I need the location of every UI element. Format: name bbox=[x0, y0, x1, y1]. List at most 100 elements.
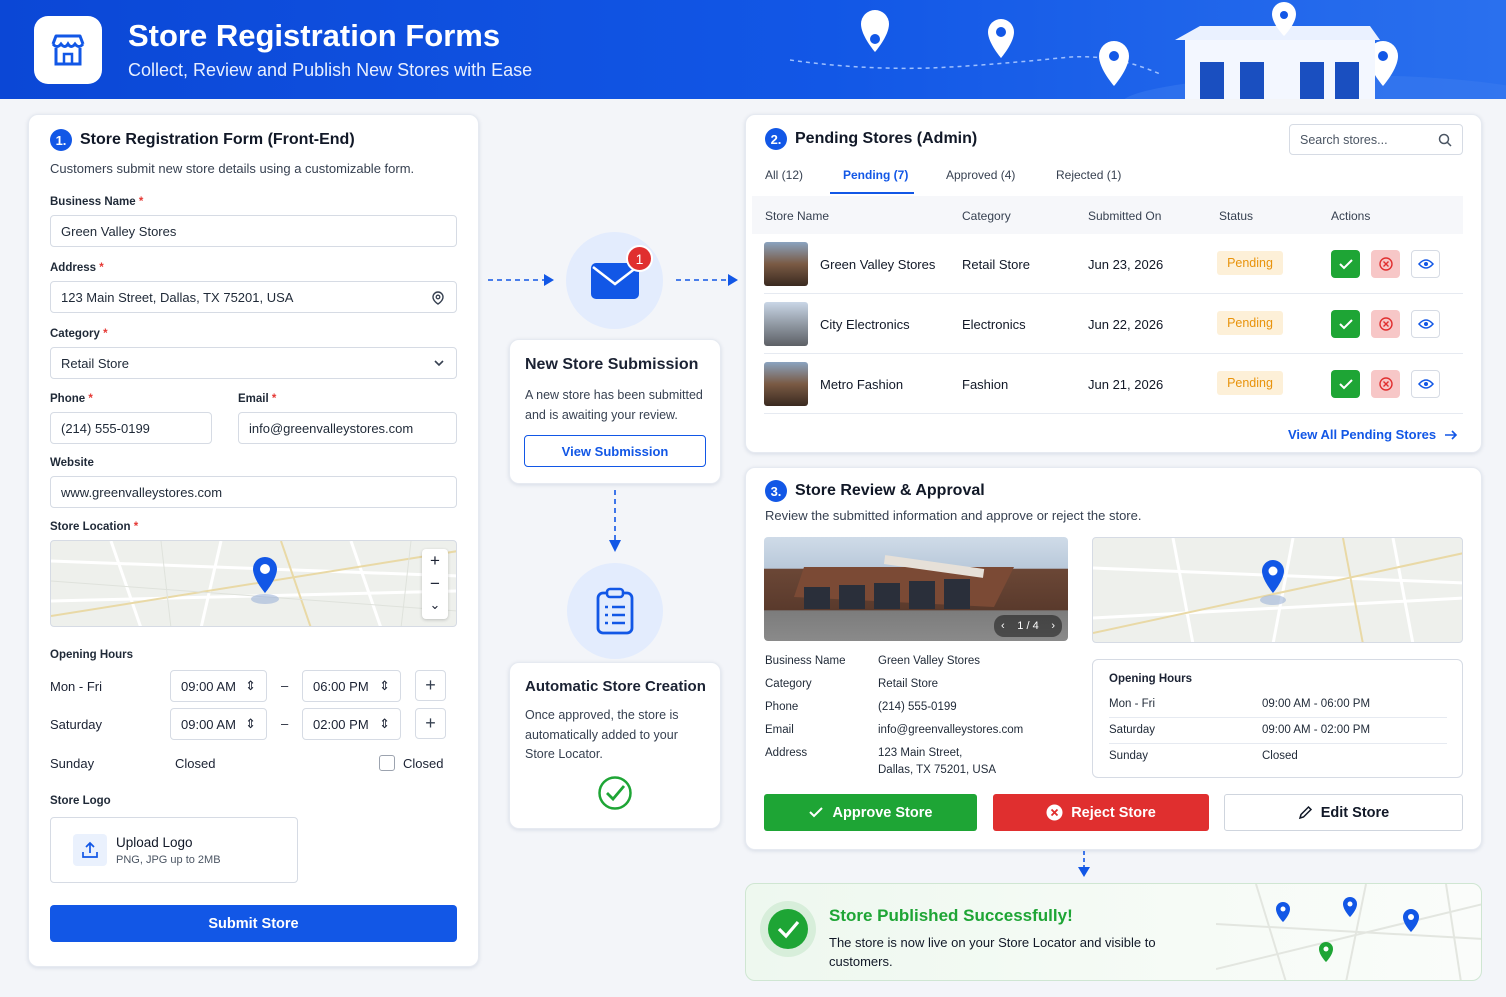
pending-stores-card bbox=[745, 114, 1482, 453]
approve-row-button[interactable] bbox=[1331, 370, 1360, 398]
view-row-button[interactable] bbox=[1411, 250, 1440, 278]
column-status: Status bbox=[1219, 209, 1254, 223]
reject-row-button[interactable] bbox=[1371, 250, 1400, 278]
locator-map-icon bbox=[1216, 884, 1481, 980]
close-circle-icon bbox=[1378, 317, 1393, 331]
zoom-in-button[interactable]: + bbox=[422, 549, 448, 572]
reject-row-button[interactable] bbox=[1371, 310, 1400, 338]
review-hours-time: 09:00 AM - 02:00 PM bbox=[1262, 724, 1371, 736]
view-all-pending-link[interactable]: View All Pending Stores bbox=[1288, 427, 1458, 442]
flow-arrow-icon bbox=[676, 274, 738, 286]
review-hours-day: Saturday bbox=[1109, 724, 1156, 736]
website-input[interactable]: www.greenvalleystores.com bbox=[50, 476, 457, 508]
view-row-button[interactable] bbox=[1411, 310, 1440, 338]
review-hours-time: Closed bbox=[1262, 750, 1298, 762]
address-value: 123 Main Street, Dallas, TX 75201, USA bbox=[61, 289, 294, 305]
tab-pending[interactable]: Pending (7) bbox=[843, 168, 908, 182]
detail-label: Email bbox=[765, 724, 794, 736]
view-row-button[interactable] bbox=[1411, 370, 1440, 398]
close-time-weekday[interactable]: 06:00 PM ⇕ bbox=[302, 670, 401, 702]
detail-value: info@greenvalleystores.com bbox=[878, 724, 1024, 736]
column-submitted-on: Submitted On bbox=[1088, 209, 1162, 223]
category-value: Retail Store bbox=[61, 355, 129, 371]
view-submission-button[interactable]: View Submission bbox=[524, 435, 706, 467]
closed-checkbox[interactable] bbox=[379, 755, 395, 771]
closed-checkbox-label: Closed bbox=[403, 756, 444, 771]
map-orientation-button[interactable]: ⌄ bbox=[422, 595, 448, 618]
page-title: Store Registration Forms bbox=[128, 18, 501, 53]
step-number: 3. bbox=[765, 480, 787, 502]
business-name-input[interactable]: Green Valley Stores bbox=[50, 215, 457, 247]
email-input[interactable]: info@greenvalleystores.com bbox=[238, 412, 457, 444]
review-location-map[interactable] bbox=[1092, 537, 1463, 643]
review-hours-day: Mon - Fri bbox=[1109, 698, 1155, 710]
detail-value: 123 Main Street, bbox=[878, 747, 963, 759]
website-label: Website bbox=[50, 457, 94, 469]
time-spinner-icon: ⇕ bbox=[379, 678, 390, 693]
tab-all[interactable]: All (12) bbox=[765, 168, 803, 182]
hours-day-weekday: Mon - Fri bbox=[50, 679, 102, 694]
notification-title: New Store Submission bbox=[525, 356, 699, 373]
eye-icon bbox=[1417, 379, 1434, 389]
reject-row-button[interactable] bbox=[1371, 370, 1400, 398]
search-stores-input[interactable]: Search stores... bbox=[1289, 124, 1463, 155]
upload-title: Upload Logo bbox=[116, 835, 193, 850]
detail-value: Green Valley Stores bbox=[878, 655, 981, 667]
zoom-out-button[interactable]: − bbox=[422, 572, 448, 595]
check-icon bbox=[1338, 258, 1353, 269]
success-check-icon bbox=[760, 901, 816, 957]
gallery-prev-icon[interactable]: ‹ bbox=[1001, 620, 1005, 632]
add-hours-button[interactable]: + bbox=[415, 708, 446, 739]
phone-input[interactable]: (214) 555-0199 bbox=[50, 412, 212, 444]
pending-section-title: 2. Pending Stores (Admin) bbox=[765, 128, 977, 150]
edit-store-button[interactable]: Edit Store bbox=[1224, 794, 1463, 831]
add-hours-button[interactable]: + bbox=[415, 670, 446, 701]
review-hours-title: Opening Hours bbox=[1109, 673, 1193, 685]
clipboard-icon bbox=[567, 563, 663, 659]
mail-icon bbox=[566, 232, 663, 329]
tab-rejected[interactable]: Rejected (1) bbox=[1056, 168, 1121, 182]
active-tab-indicator bbox=[830, 192, 914, 194]
time-spinner-icon: ⇕ bbox=[245, 678, 256, 693]
approve-row-button[interactable] bbox=[1331, 310, 1360, 338]
store-thumbnail bbox=[764, 242, 808, 286]
submit-store-button[interactable]: Submit Store bbox=[50, 905, 457, 942]
row-store-name[interactable]: City Electronics bbox=[820, 317, 910, 332]
step-number: 1. bbox=[50, 129, 72, 151]
detail-label: Phone bbox=[765, 701, 799, 713]
edit-label: Edit Store bbox=[1320, 804, 1390, 821]
approve-row-button[interactable] bbox=[1331, 250, 1360, 278]
review-hours-day: Sunday bbox=[1109, 750, 1149, 762]
check-icon bbox=[808, 807, 823, 818]
open-time-saturday[interactable]: 09:00 AM ⇕ bbox=[170, 708, 267, 740]
tab-approved[interactable]: Approved (4) bbox=[946, 168, 1015, 182]
store-logo-icon bbox=[34, 16, 102, 84]
row-store-name[interactable]: Metro Fashion bbox=[820, 377, 903, 392]
business-name-label: Business Name * bbox=[50, 196, 144, 208]
address-label: Address * bbox=[50, 262, 104, 274]
category-select[interactable]: Retail Store bbox=[50, 347, 457, 379]
close-time-saturday[interactable]: 02:00 PM ⇕ bbox=[302, 708, 401, 740]
detail-label: Business Name bbox=[765, 655, 846, 667]
store-location-map[interactable]: + − ⌄ bbox=[50, 540, 457, 627]
arrow-right-icon bbox=[1445, 429, 1458, 440]
address-input[interactable]: 123 Main Street, Dallas, TX 75201, USA bbox=[50, 281, 457, 313]
store-photo-gallery[interactable]: ‹ 1 / 4 › bbox=[764, 537, 1068, 641]
column-actions: Actions bbox=[1331, 209, 1371, 223]
status-badge: Pending bbox=[1217, 251, 1283, 275]
detail-value: Retail Store bbox=[878, 678, 939, 690]
row-date: Jun 22, 2026 bbox=[1088, 317, 1164, 332]
reject-store-button[interactable]: Reject Store bbox=[993, 794, 1209, 831]
close-circle-icon bbox=[1378, 257, 1393, 271]
approve-store-button[interactable]: Approve Store bbox=[764, 794, 977, 831]
automation-text: Once approved, the store is automaticall… bbox=[525, 708, 679, 761]
row-store-name[interactable]: Green Valley Stores bbox=[820, 257, 935, 272]
hours-divider bbox=[1109, 717, 1447, 718]
flow-arrow-icon bbox=[488, 274, 554, 286]
gallery-next-icon[interactable]: › bbox=[1051, 620, 1055, 632]
open-time-weekday[interactable]: 09:00 AM ⇕ bbox=[170, 670, 267, 702]
column-category: Category bbox=[962, 209, 1011, 223]
detail-value: (214) 555-0199 bbox=[878, 701, 957, 713]
upload-logo-dropzone[interactable]: Upload Logo PNG, JPG up to 2MB bbox=[50, 817, 298, 883]
chevron-down-icon bbox=[434, 360, 444, 367]
